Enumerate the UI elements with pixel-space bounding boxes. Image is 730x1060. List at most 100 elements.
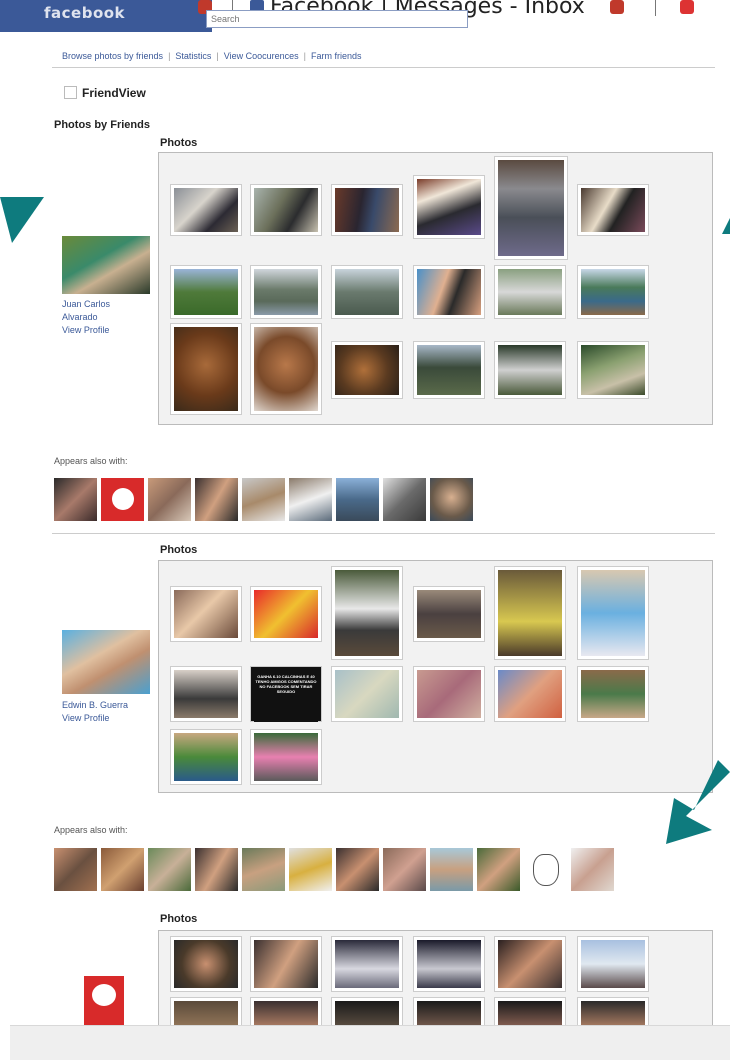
profile-link[interactable]: Juan Carlos Alvarado View Profile bbox=[62, 298, 110, 337]
photo-thumb[interactable] bbox=[494, 566, 566, 660]
friend-avatar[interactable] bbox=[148, 478, 191, 521]
gmail-favicon[interactable] bbox=[680, 0, 694, 14]
search-input[interactable] bbox=[206, 10, 468, 28]
friend-avatar[interactable] bbox=[289, 848, 332, 891]
nav-browse-photos[interactable]: Browse photos by friends bbox=[62, 51, 163, 61]
friend-avatar[interactable] bbox=[195, 848, 238, 891]
friend-avatar[interactable] bbox=[195, 478, 238, 521]
close-tab-icon[interactable] bbox=[610, 0, 624, 14]
photo-thumb[interactable] bbox=[331, 341, 403, 399]
photo-thumb[interactable] bbox=[413, 265, 485, 319]
photo-thumb[interactable] bbox=[494, 666, 566, 722]
photo-thumb[interactable] bbox=[170, 184, 242, 236]
meme-text: GANHA 6.10 CALCINHAS E 40 TENHO AMIGOS C… bbox=[254, 670, 318, 722]
tab-separator bbox=[655, 0, 656, 16]
friend-avatar[interactable] bbox=[383, 848, 426, 891]
photo-thumb[interactable] bbox=[331, 936, 403, 992]
friend-avatar[interactable] bbox=[289, 478, 332, 521]
appears-also-label: Appears also with: bbox=[54, 456, 128, 466]
photo-panel bbox=[158, 152, 713, 425]
browser-topbar: facebook Facebook | Messages - Inbox bbox=[0, 0, 730, 34]
friend-avatar[interactable] bbox=[242, 478, 285, 521]
friend-avatar[interactable] bbox=[524, 848, 567, 891]
avatar[interactable] bbox=[62, 236, 150, 294]
checkbox-icon[interactable] bbox=[64, 86, 77, 99]
photo-thumb[interactable] bbox=[170, 265, 242, 319]
photo-thumb[interactable]: GANHA 6.10 CALCINHAS E 40 TENHO AMIGOS C… bbox=[250, 666, 322, 722]
photo-thumb[interactable] bbox=[577, 936, 649, 992]
facebook-logo[interactable]: facebook bbox=[44, 4, 125, 22]
section-title: Photos by Friends bbox=[54, 119, 150, 131]
browser-status-bar bbox=[10, 1025, 730, 1060]
friend-avatar[interactable] bbox=[336, 478, 379, 521]
photo-thumb[interactable] bbox=[170, 666, 242, 722]
photo-thumb[interactable] bbox=[250, 729, 322, 785]
photo-thumb[interactable] bbox=[170, 729, 242, 785]
friend-avatar[interactable] bbox=[148, 848, 191, 891]
subnav: Browse photos by friends | Statistics | View… bbox=[62, 51, 362, 61]
photo-thumb[interactable] bbox=[331, 184, 403, 236]
friend-avatar[interactable] bbox=[336, 848, 379, 891]
friend-avatar[interactable] bbox=[571, 848, 614, 891]
photo-thumb[interactable] bbox=[494, 341, 566, 399]
arrow-icon bbox=[722, 218, 730, 234]
photo-thumb[interactable] bbox=[494, 936, 566, 992]
photo-thumb[interactable] bbox=[413, 666, 485, 722]
friend-avatar[interactable] bbox=[101, 478, 144, 521]
avatar[interactable] bbox=[62, 970, 148, 1026]
photo-thumb[interactable] bbox=[413, 936, 485, 992]
photo-thumb[interactable] bbox=[250, 323, 322, 415]
page-gutter bbox=[0, 34, 10, 1059]
photo-thumb[interactable] bbox=[170, 936, 242, 992]
profile-link[interactable]: Edwin B. Guerra View Profile bbox=[62, 699, 128, 725]
friend-avatar[interactable] bbox=[101, 848, 144, 891]
view-profile-link[interactable]: View Profile bbox=[62, 712, 128, 725]
photo-panel: GANHA 6.10 CALCINHAS E 40 TENHO AMIGOS C… bbox=[158, 560, 713, 793]
divider bbox=[52, 533, 715, 534]
photo-thumb[interactable] bbox=[170, 586, 242, 642]
arrow-icon bbox=[0, 197, 44, 243]
divider bbox=[52, 67, 715, 68]
view-profile-link[interactable]: View Profile bbox=[62, 324, 110, 337]
photo-thumb[interactable] bbox=[250, 265, 322, 319]
friend-name-line2[interactable]: Alvarado bbox=[62, 311, 110, 324]
photo-thumb[interactable] bbox=[250, 184, 322, 236]
nav-farm-friends[interactable]: Farm friends bbox=[311, 51, 362, 61]
photo-panel bbox=[158, 930, 713, 1037]
photo-thumb[interactable] bbox=[331, 265, 403, 319]
nav-statistics[interactable]: Statistics bbox=[175, 51, 211, 61]
photo-thumb[interactable] bbox=[577, 184, 649, 236]
photo-thumb[interactable] bbox=[413, 341, 485, 399]
friend-avatar[interactable] bbox=[383, 478, 426, 521]
photo-thumb[interactable] bbox=[494, 265, 566, 319]
friend-name[interactable]: Edwin B. Guerra bbox=[62, 699, 128, 712]
photo-thumb[interactable] bbox=[577, 666, 649, 722]
photo-thumb[interactable] bbox=[250, 586, 322, 642]
friend-avatar[interactable] bbox=[430, 478, 473, 521]
friend-avatar[interactable] bbox=[54, 478, 97, 521]
arrow-icon bbox=[666, 760, 730, 844]
friend-avatar[interactable] bbox=[242, 848, 285, 891]
photo-thumb[interactable] bbox=[170, 323, 242, 415]
photo-thumb[interactable] bbox=[413, 175, 485, 239]
photo-thumb[interactable] bbox=[413, 586, 485, 642]
photo-thumb[interactable] bbox=[494, 156, 568, 260]
friend-avatar[interactable] bbox=[430, 848, 473, 891]
facebook-header: facebook bbox=[0, 0, 212, 32]
photo-thumb[interactable] bbox=[577, 566, 649, 660]
friend-name[interactable]: Juan Carlos bbox=[62, 298, 110, 311]
photo-thumb[interactable] bbox=[577, 265, 649, 319]
appears-also-label: Appears also with: bbox=[54, 825, 128, 835]
friend-avatar[interactable] bbox=[54, 848, 97, 891]
friend-avatar[interactable] bbox=[477, 848, 520, 891]
photo-thumb[interactable] bbox=[577, 341, 649, 399]
avatar[interactable] bbox=[62, 630, 150, 694]
nav-coocurences[interactable]: View Coocurences bbox=[224, 51, 299, 61]
photos-label: Photos bbox=[160, 913, 198, 925]
photos-label: Photos bbox=[160, 137, 198, 149]
photos-label: Photos bbox=[160, 544, 198, 556]
app-title: FriendView bbox=[82, 86, 146, 100]
photo-thumb[interactable] bbox=[331, 666, 403, 722]
photo-thumb[interactable] bbox=[331, 566, 403, 660]
photo-thumb[interactable] bbox=[250, 936, 322, 992]
